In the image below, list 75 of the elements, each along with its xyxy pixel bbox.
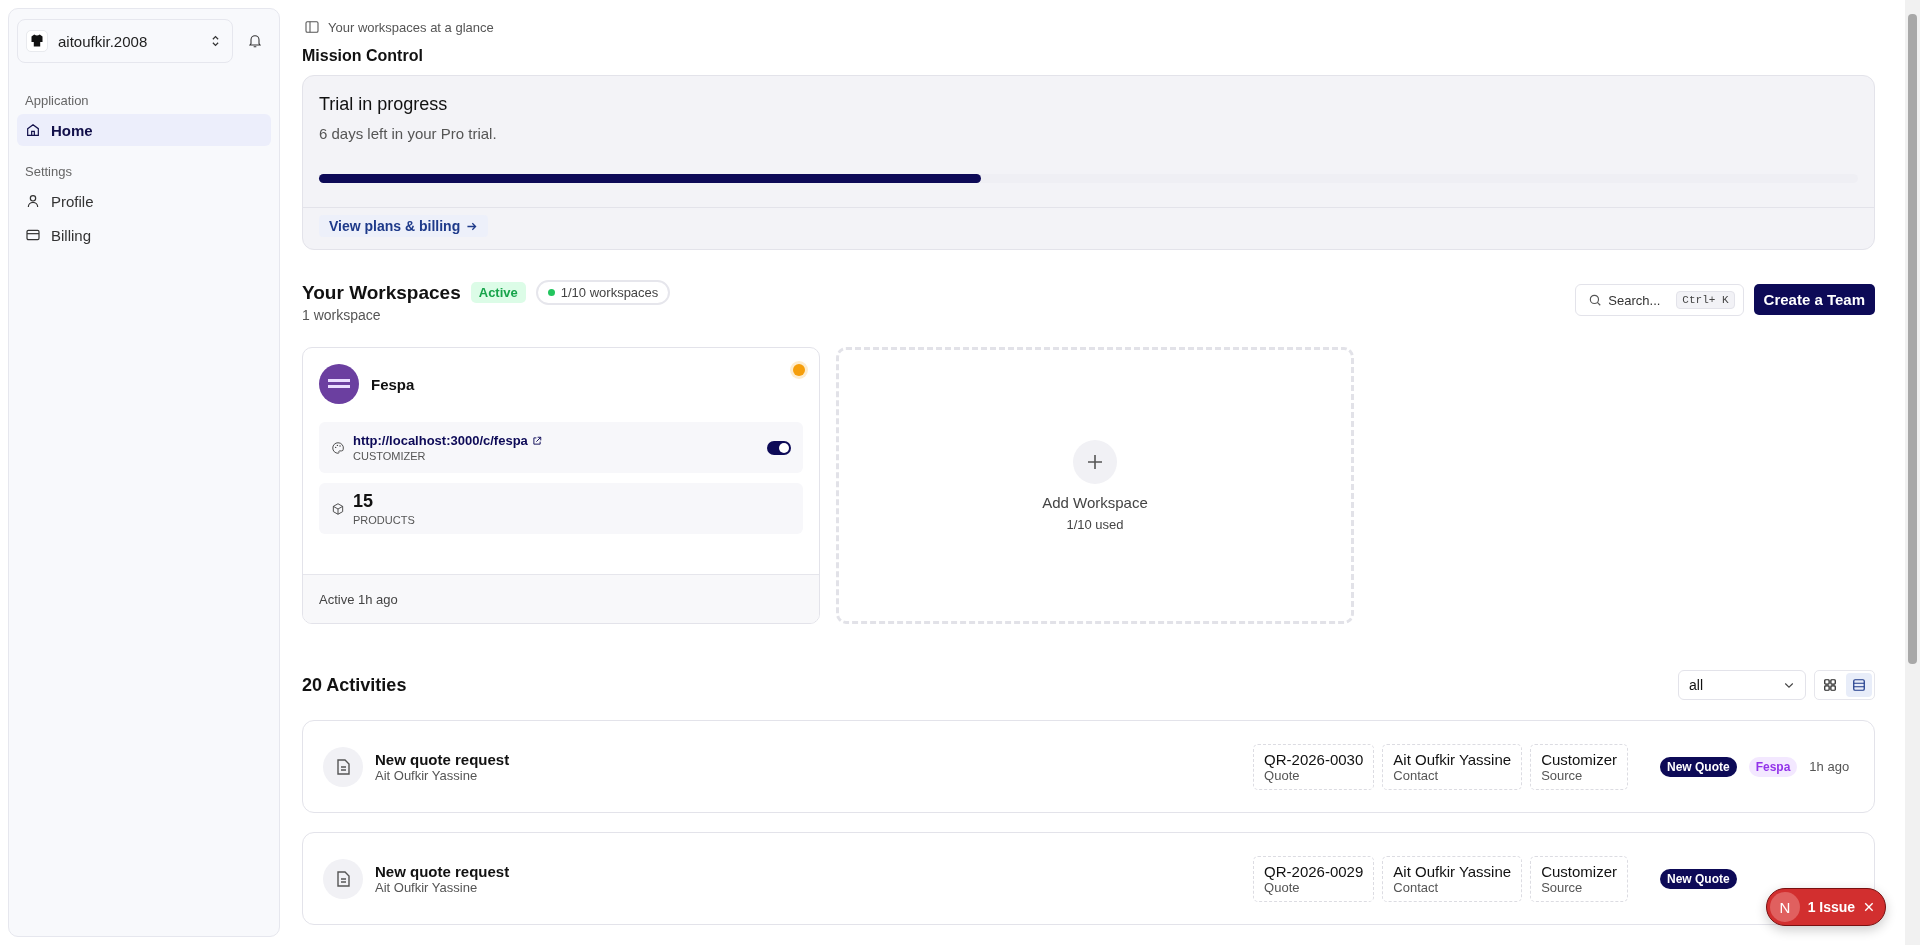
activity-person: Ait Oufkir Yassine [375,767,478,783]
field-label: Source [1541,767,1584,783]
document-icon [323,858,363,899]
field-value: Customizer [1541,750,1617,768]
activity-person: Ait Oufkir Yassine [375,879,478,895]
document-icon [323,746,363,787]
section-label: Application [24,92,90,110]
activity-title: New quote request [375,862,511,880]
list-icon [1852,678,1866,692]
last-active-text: Active 1h ago [319,591,398,607]
list-view-button[interactable] [1846,673,1872,697]
type-tag: New Quote [1660,868,1737,889]
grid-icon [1823,678,1837,692]
toast-label: 1 Issue [1807,899,1856,915]
customizer-toggle[interactable] [767,440,791,455]
user-icon [25,193,41,209]
home-icon [25,122,41,138]
activity-title: New quote request [375,750,511,768]
page-subtitle: Your workspaces at a glance [328,19,494,35]
add-workspace-card[interactable]: Add Workspace 1/10 used [836,347,1354,624]
workspace-link[interactable]: http://localhost:3000/c/fespa [353,433,759,448]
field-value: Customizer [1541,862,1617,880]
create-team-button[interactable]: Create a Team [1753,284,1875,315]
tile-label: PRODUCTS [353,514,416,526]
shortcut-hint: Ctrl+ K [1676,291,1735,309]
field-label: Quote [1264,767,1300,783]
field-label: Contact [1393,879,1440,895]
palette-icon [331,440,345,455]
product-count: 15 [353,491,375,512]
scrollbar[interactable] [1905,0,1920,945]
time-text: 1h ago [1809,759,1850,774]
workspace-count: 1 workspace [302,307,382,323]
search-icon [1588,293,1603,307]
page-title: Mission Control [302,47,424,65]
nav-item[interactable]: Home [17,114,271,146]
field-value: Ait Oufkir Yassine [1393,750,1512,768]
chevron-updown-icon [211,34,220,48]
status-badge: Active [470,282,526,303]
field-label: Source [1541,879,1584,895]
billing-link[interactable]: View plans & billing [319,215,489,237]
credit-card-icon [25,227,41,243]
issue-toast[interactable]: N 1 Issue [1766,888,1886,926]
shirt-icon [26,30,48,52]
section-title: 20 Activities [302,674,407,696]
usage-text: 1/10 used [1066,516,1124,532]
field-value: Ait Oufkir Yassine [1393,862,1512,880]
search-field[interactable]: Search... Ctrl+ K [1575,284,1744,316]
section-label: Settings [24,163,73,181]
nav-item[interactable]: Billing [17,219,271,251]
field-label: Quote [1264,879,1300,895]
field-value: QR-2026-0029 [1264,862,1364,880]
workspace-name: Fespa [371,375,415,393]
section-title: Your Workspaces [302,281,461,304]
avatar: N [1770,892,1800,922]
bell-icon[interactable] [247,33,263,49]
workspace-tag: Fespa [1748,756,1798,777]
add-workspace-label: Add Workspace [1042,493,1148,511]
external-link-icon [531,435,542,446]
tile-label: CUSTOMIZER [353,450,427,462]
filter-select[interactable]: all [1678,670,1806,700]
field-label: Contact [1393,767,1440,783]
activity-row[interactable]: New quote request Ait Oufkir Yassine QR-2026-0030 Quote Ait Oufkir Yassine Contact Customizer Source New Quote Fespa 1h ago [302,720,1875,813]
field-value: QR-2026-0030 [1264,750,1364,768]
close-icon[interactable] [1863,901,1875,913]
trial-title: Trial in progress [319,94,449,115]
plus-icon [1073,439,1117,484]
type-tag: New Quote [1660,756,1737,777]
workspace-card[interactable]: Fespa http://localhost:3000/c/fespa CUSTOMIZER 15 PRODUCTS Active 1h ago [302,347,820,624]
trial-subtitle: 6 days left in your Pro trial. [319,125,498,142]
account-switcher[interactable]: aitoufkir.2008 [17,19,233,63]
workspace-avatar [319,364,359,404]
usage-pill: 1/10 workspaces [535,280,671,305]
sidebar-toggle-icon[interactable] [304,19,320,35]
nav-item[interactable]: Profile [17,185,271,217]
box-icon [331,501,345,516]
